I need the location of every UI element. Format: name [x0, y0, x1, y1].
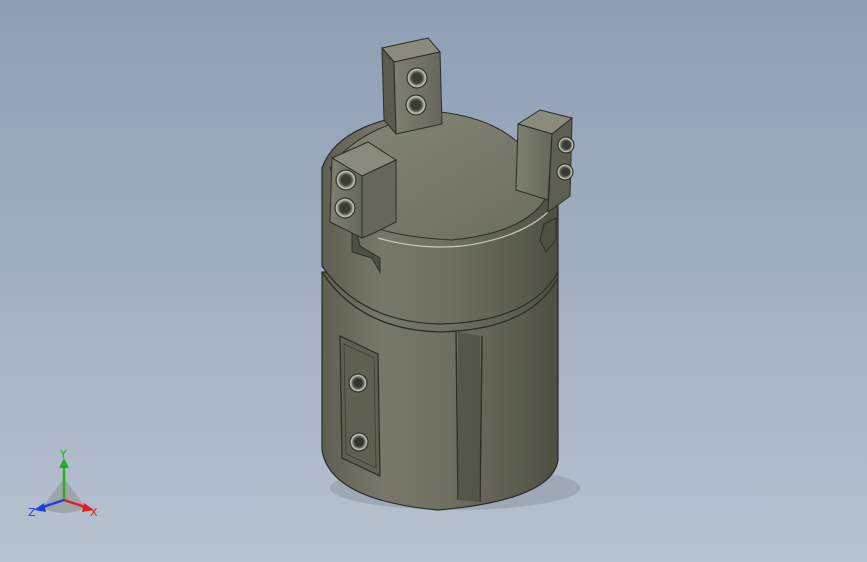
graphics-viewport[interactable]: Y X Z	[0, 0, 867, 562]
triad-y-label: Y	[59, 448, 67, 461]
triad-z-label: Z	[28, 506, 36, 519]
gripper-model[interactable]	[0, 0, 867, 562]
triad-z-arrow-icon	[34, 503, 46, 512]
view-orientation-triad[interactable]: Y X Z	[24, 446, 108, 526]
triad-x-label: X	[90, 506, 98, 519]
jaw-rear[interactable]	[381, 37, 443, 136]
jaw-left[interactable]	[329, 141, 398, 239]
side-mounting-plate[interactable]	[339, 335, 381, 477]
